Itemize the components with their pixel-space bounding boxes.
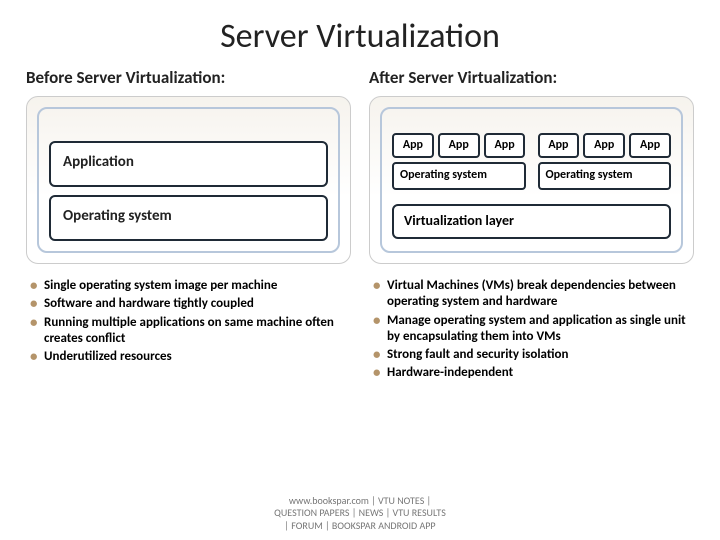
os-box-vm2: Operating system (538, 162, 672, 190)
before-bullets: Single operating system image per machin… (26, 278, 351, 365)
bullet-item: Virtual Machines (VMs) break dependencie… (373, 278, 694, 311)
after-bullets: Virtual Machines (VMs) break dependencie… (369, 278, 694, 382)
vm-2: App App App Operating system (538, 133, 672, 190)
app-cell: App (438, 133, 480, 158)
apps-row-2: App App App (538, 133, 672, 158)
application-box: Application (49, 141, 328, 187)
bullet-item: Software and hardware tightly coupled (30, 296, 351, 312)
vm-row: App App App Operating system App App App… (392, 133, 671, 190)
bullet-item: Strong fault and security isolation (373, 347, 694, 363)
after-header: After Server Virtualization: (369, 67, 694, 88)
virtualization-layer-box: Virtualization layer (392, 204, 671, 239)
bullet-item: Running multiple applications on same ma… (30, 315, 351, 348)
app-cell: App (538, 133, 580, 158)
footer: www.bookspar.com | VTU NOTES | QUESTION … (0, 495, 720, 533)
vm-1: App App App Operating system (392, 133, 526, 190)
app-cell: App (583, 133, 625, 158)
footer-line: | FORUM | BOOKSPAR ANDROID APP (0, 520, 720, 533)
apps-row-1: App App App (392, 133, 526, 158)
app-cell: App (484, 133, 526, 158)
app-cell: App (629, 133, 671, 158)
before-header: Before Server Virtualization: (26, 67, 351, 88)
os-box-before: Operating system (49, 195, 328, 241)
after-panel: App App App Operating system App App App… (369, 96, 694, 264)
bullet-item: Underutilized resources (30, 349, 351, 365)
columns: Before Server Virtualization: Applicatio… (0, 67, 720, 384)
os-box-vm1: Operating system (392, 162, 526, 190)
bullet-item: Manage operating system and application … (373, 313, 694, 346)
col-after: After Server Virtualization: App App App… (369, 67, 694, 384)
col-before: Before Server Virtualization: Applicatio… (26, 67, 351, 384)
page-title: Server Virtualization (0, 0, 720, 67)
before-panel: Application Operating system (26, 96, 351, 264)
before-inner: Application Operating system (37, 107, 340, 253)
bullet-item: Hardware-independent (373, 365, 694, 381)
after-inner: App App App Operating system App App App… (380, 107, 683, 253)
app-cell: App (392, 133, 434, 158)
footer-line: QUESTION PAPERS | NEWS | VTU RESULTS (0, 507, 720, 520)
bullet-item: Single operating system image per machin… (30, 278, 351, 294)
